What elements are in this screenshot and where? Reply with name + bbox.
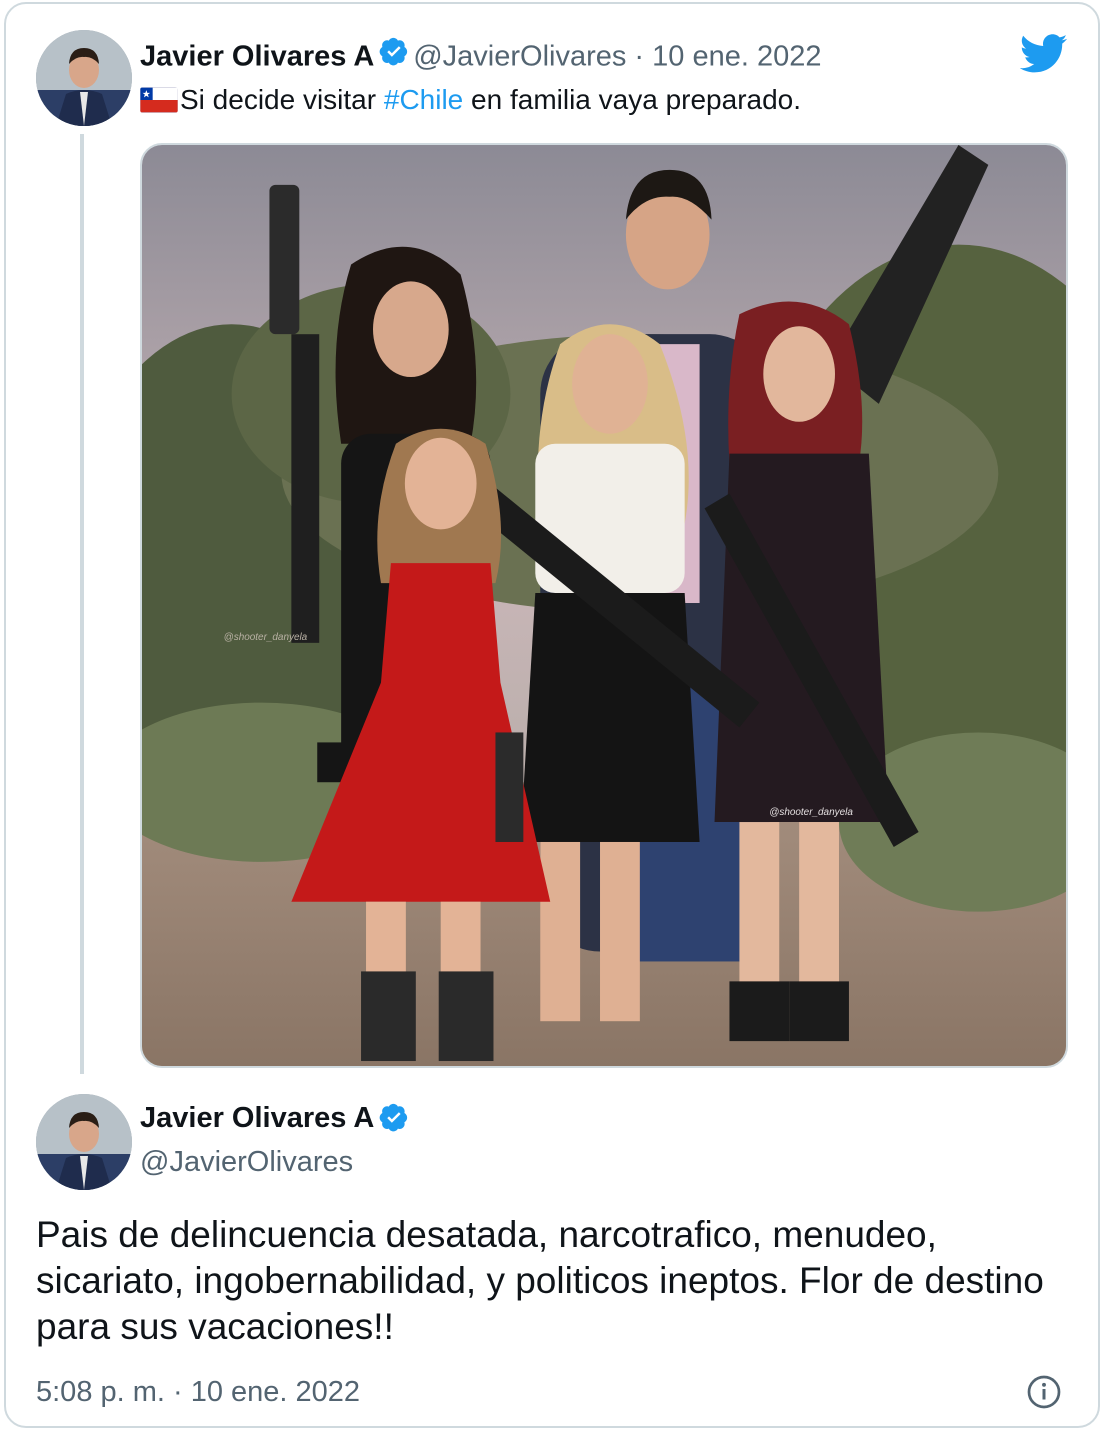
- verified-badge-icon: [379, 1103, 407, 1132]
- reply-avatar[interactable]: [36, 1094, 132, 1190]
- reply-header: Javier Olivares A: [140, 1102, 409, 1135]
- tweet-date[interactable]: 10 ene. 2022: [652, 40, 821, 72]
- tweet-header: Javier Olivares A @JavierOlivares · 10 e…: [140, 36, 821, 73]
- tweet-text: Si decide visitar #Chile en familia vaya…: [140, 84, 801, 116]
- avatar[interactable]: [36, 30, 132, 126]
- chile-flag-icon: [140, 87, 178, 113]
- reply-timestamp[interactable]: 5:08 p. m. · 10 ene. 2022: [36, 1376, 360, 1409]
- twitter-bird-icon[interactable]: [1020, 34, 1068, 74]
- separator: ·: [626, 40, 653, 73]
- verified-badge-icon: [379, 37, 407, 66]
- watermark-left: @shooter_danyela: [224, 632, 308, 643]
- info-icon[interactable]: [1026, 1374, 1062, 1410]
- watermark-right: @shooter_danyela: [769, 807, 853, 818]
- author-handle[interactable]: @JavierOlivares: [413, 40, 626, 72]
- author-name[interactable]: Javier Olivares A: [140, 40, 374, 72]
- reply-author-handle[interactable]: @JavierOlivares: [140, 1146, 353, 1179]
- tweet-text-after: en familia vaya preparado.: [463, 84, 802, 115]
- tweet-text-before: Si decide visitar: [180, 84, 384, 115]
- hashtag-link[interactable]: #Chile: [384, 84, 463, 115]
- family-photo-image: @shooter_danyela @shooter_danyela: [142, 145, 1066, 1066]
- reply-text: Pais de delincuencia desatada, narcotraf…: [36, 1214, 1044, 1347]
- tweet-media-photo[interactable]: @shooter_danyela @shooter_danyela: [140, 143, 1068, 1068]
- reply-author-name[interactable]: Javier Olivares A: [140, 1102, 374, 1134]
- thread-line: [80, 134, 84, 1074]
